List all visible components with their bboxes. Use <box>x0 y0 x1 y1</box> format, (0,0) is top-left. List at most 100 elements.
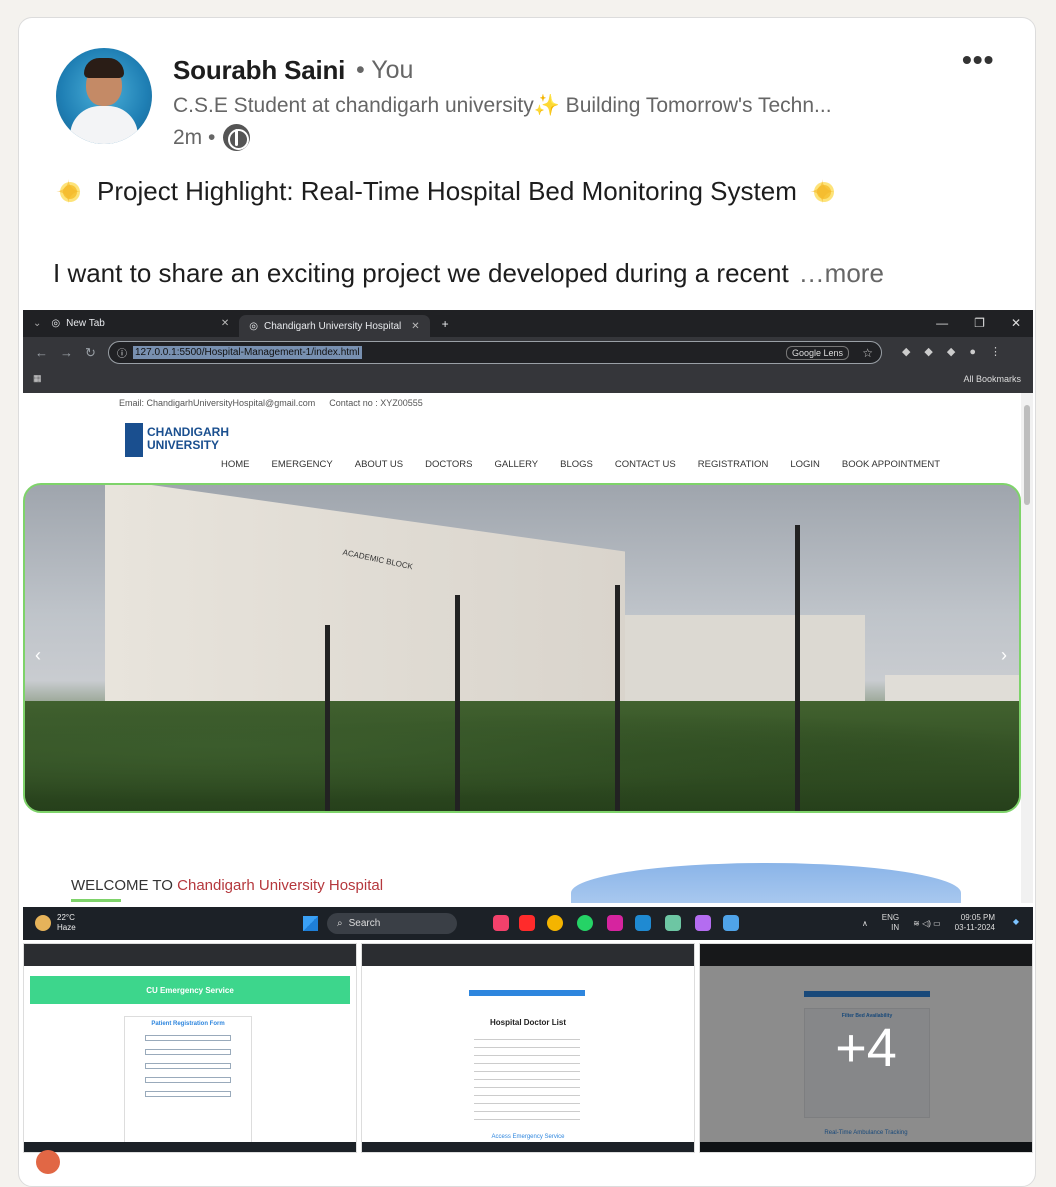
nav-gallery[interactable]: GALLERY <box>494 459 538 470</box>
copilot-icon[interactable] <box>695 915 711 931</box>
doctor-table <box>474 1032 580 1120</box>
search-icon: ⌕ <box>337 918 343 929</box>
language-indicator[interactable]: ENG IN <box>882 913 899 933</box>
apps-grid-icon[interactable]: ▦ <box>33 373 42 384</box>
more-options-icon[interactable]: ••• <box>962 44 994 76</box>
instagram-icon[interactable] <box>607 915 623 931</box>
url-field[interactable]: ⓘ 127.0.0.1:5500/Hospital-Management-1/i… <box>108 341 882 364</box>
extension-icons[interactable]: ◆◆◆●⋮ <box>902 345 1015 358</box>
bookmark-star-icon[interactable]: ☆ <box>862 346 873 360</box>
nav-about[interactable]: ABOUT US <box>355 459 403 470</box>
nav-doctors[interactable]: DOCTORS <box>425 459 472 470</box>
nav-emergency[interactable]: EMERGENCY <box>272 459 333 470</box>
new-tab-icon[interactable]: + <box>442 317 449 331</box>
logo-line2: UNIVERSITY <box>147 438 220 452</box>
back-icon[interactable]: ← <box>35 345 48 360</box>
music-app-icon[interactable] <box>493 915 509 931</box>
notification-bell-icon[interactable]: ◆ <box>1013 917 1019 926</box>
welcome-highlight: Chandigarh University Hospital <box>177 877 384 894</box>
page-scrollbar[interactable] <box>1021 393 1033 903</box>
thumbnail-emergency[interactable]: CU Emergency Service Patient Registratio… <box>23 943 357 1153</box>
browser-chrome <box>362 944 694 966</box>
welcome-heading: WELCOME TO Chandigarh University Hospita… <box>71 877 383 894</box>
tab-hospital[interactable]: ◎ Chandigarh University Hospital ✕ <box>239 315 430 337</box>
lang-code: ENG <box>881 913 900 922</box>
chevron-up-icon[interactable]: ∧ <box>862 919 868 928</box>
light-pole <box>615 585 620 811</box>
nav-book-appointment[interactable]: BOOK APPOINTMENT <box>842 459 940 470</box>
nav-login[interactable]: LOGIN <box>790 459 820 470</box>
forward-icon[interactable]: → <box>60 345 73 360</box>
see-more-link[interactable]: …more <box>799 258 884 288</box>
registration-form: Patient Registration Form <box>124 1016 252 1146</box>
phone-text: Contact no : XYZ00555 <box>329 398 423 408</box>
globe-icon <box>223 124 251 151</box>
email-text: Email: ChandigarhUniversityHospital@gmai… <box>119 398 316 408</box>
restore-icon[interactable]: ❐ <box>974 316 985 330</box>
post-image-main[interactable]: ⌄ ◎ New Tab ✕ ◎ Chandigarh University Ho… <box>23 310 1033 940</box>
post-headline-row: Project Highlight: Real-Time Hospital Be… <box>55 173 839 211</box>
taskbar-clock[interactable]: 09:05 PM 03-11-2024 <box>955 913 995 933</box>
author-headline: C.S.E Student at chandigarh university✨ … <box>173 94 832 117</box>
post-time: 2m • <box>173 125 216 149</box>
author-name[interactable]: Sourabh Saini <box>173 55 345 86</box>
reaction-icon[interactable] <box>36 1150 60 1174</box>
google-lens-button[interactable]: Google Lens <box>785 345 849 360</box>
info-icon[interactable]: ⓘ <box>117 345 127 360</box>
wifi-volume-battery-icons[interactable]: ≋ ◁) ▭ <box>913 919 941 928</box>
taskbar-search[interactable]: ⌕ Search <box>327 913 457 934</box>
weather-temp: 22°C <box>57 913 75 922</box>
url-text: 127.0.0.1:5500/Hospital-Management-1/ind… <box>133 346 362 359</box>
nav-registration[interactable]: REGISTRATION <box>698 459 769 470</box>
nav-blogs[interactable]: BLOGS <box>560 459 593 470</box>
carousel-next-icon[interactable]: › <box>1001 645 1007 666</box>
form-title: Patient Registration Form <box>151 1021 225 1027</box>
chatgpt-icon[interactable] <box>665 915 681 931</box>
weather-icon <box>35 915 51 931</box>
close-tab-icon[interactable]: ✕ <box>411 321 419 332</box>
whatsapp-icon[interactable] <box>577 915 593 931</box>
tab-search-icon[interactable]: ⌄ <box>33 318 41 329</box>
chrome-icon[interactable] <box>547 915 563 931</box>
clock-date: 03-11-2024 <box>954 923 995 932</box>
access-emergency-link: Access Emergency Service <box>491 1134 565 1140</box>
post-meta: 2m • <box>173 124 251 151</box>
address-bar-row: ← → ↻ ⓘ 127.0.0.1:5500/Hospital-Manageme… <box>23 337 1033 368</box>
close-window-icon[interactable]: ✕ <box>1011 316 1021 330</box>
weather-widget[interactable]: 22°C Haze <box>35 913 76 933</box>
lang-region: IN <box>891 923 900 932</box>
author-avatar[interactable] <box>56 48 152 144</box>
sun-emoji-icon <box>55 173 85 211</box>
site-logo[interactable]: CHANDIGARH UNIVERSITY <box>125 423 229 457</box>
search-label: Search <box>348 918 381 929</box>
light-pole <box>795 525 800 811</box>
top-contact-bar: Email: ChandigarhUniversityHospital@gmai… <box>119 398 423 408</box>
website-page: Email: ChandigarhUniversityHospital@gmai… <box>23 393 1021 903</box>
thumbnail-bed-availability[interactable]: Filter Bed Availability Real-Time Ambula… <box>699 943 1033 1153</box>
logo-line1: CHANDIGARH <box>147 425 229 439</box>
windows-start-icon[interactable] <box>303 916 318 931</box>
weather-condition: Haze <box>57 923 76 932</box>
carousel-prev-icon[interactable]: ‹ <box>35 645 41 666</box>
submit-button <box>469 990 585 996</box>
reload-icon[interactable]: ↻ <box>85 345 96 361</box>
all-bookmarks[interactable]: All Bookmarks <box>963 374 1021 384</box>
windows-taskbar: 22°C Haze ⌕ Search ∧ ENG IN ≋ ◁) ▭ 09:05… <box>23 907 1033 940</box>
post-headline: Project Highlight: Real-Time Hospital Be… <box>97 176 797 206</box>
post-body-text: I want to share an exciting project we d… <box>53 258 789 288</box>
nav-home[interactable]: HOME <box>221 459 250 470</box>
site-nav: HOME EMERGENCY ABOUT US DOCTORS GALLERY … <box>221 459 940 470</box>
close-tab-icon[interactable]: ✕ <box>221 318 229 329</box>
tab-new-tab[interactable]: ◎ New Tab ✕ <box>41 313 239 335</box>
thumbnail-doctors[interactable]: Hospital Doctor List Access Emergency Se… <box>361 943 695 1153</box>
welcome-prefix: WELCOME TO <box>71 877 173 894</box>
vscode-icon[interactable] <box>635 915 651 931</box>
nav-contact[interactable]: CONTACT US <box>615 459 676 470</box>
tab-label: Chandigarh University Hospital <box>263 320 402 332</box>
sun-emoji-icon <box>809 173 839 211</box>
youtube-icon[interactable] <box>519 915 535 931</box>
author-badge: • You <box>356 56 414 84</box>
more-images-overlay[interactable]: +4 <box>700 944 1032 1152</box>
file-explorer-icon[interactable] <box>723 915 739 931</box>
minimize-icon[interactable]: — <box>936 316 948 330</box>
